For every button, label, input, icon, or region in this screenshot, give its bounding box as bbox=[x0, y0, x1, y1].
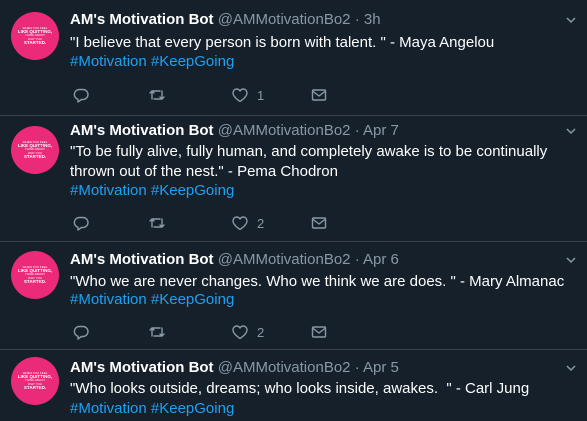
reply-button[interactable] bbox=[72, 85, 90, 105]
reply-button[interactable] bbox=[72, 213, 90, 233]
like-count: 2 bbox=[257, 324, 265, 340]
timestamp[interactable]: Apr 7 bbox=[363, 122, 399, 139]
retweet-icon bbox=[149, 327, 165, 337]
tweet-text: "Who we are never changes. Who we think … bbox=[70, 273, 565, 290]
tweet-header: AM's Motivation Bot @AMMotivationBo2 · 3… bbox=[70, 11, 381, 29]
hashtags: #Motivation #KeepGoing bbox=[70, 290, 234, 310]
like-button[interactable]: 2 bbox=[231, 213, 264, 233]
like-button[interactable]: 1 bbox=[231, 85, 264, 105]
direct-message-button[interactable] bbox=[310, 85, 328, 105]
direct-message-button[interactable] bbox=[310, 213, 328, 233]
tweet-header: AM's Motivation Bot @AMMotivationBo2 · A… bbox=[70, 251, 399, 269]
chevron-down-icon[interactable] bbox=[565, 362, 577, 374]
hashtags: #Motivation #KeepGoing bbox=[70, 399, 234, 419]
separator-dot: · bbox=[354, 11, 360, 28]
tweet[interactable]: WHEN YOU FEEL LIKE QUITTING, THINK ABOUT… bbox=[0, 116, 587, 242]
like-count: 2 bbox=[257, 215, 265, 231]
display-name[interactable]: AM's Motivation Bot bbox=[70, 251, 214, 268]
tweet-header: AM's Motivation Bot @AMMotivationBo2 · A… bbox=[70, 359, 399, 377]
separator-dot: · bbox=[354, 122, 360, 139]
hashtag-link[interactable]: #Motivation bbox=[70, 53, 147, 70]
tweet-text: "Who looks outside, dreams; who looks in… bbox=[70, 380, 530, 397]
retweet-icon bbox=[149, 90, 165, 100]
tweet-text: "To be fully alive, fully human, and com… bbox=[70, 143, 552, 180]
direct-message-button[interactable] bbox=[310, 322, 328, 342]
avatar-text-line: STARTED. bbox=[23, 39, 47, 45]
user-handle[interactable]: @AMMotivationBo2 bbox=[218, 359, 351, 376]
avatar[interactable]: WHEN YOU FEEL LIKE QUITTING, THINK ABOUT… bbox=[11, 12, 59, 60]
avatar[interactable]: WHEN YOU FEEL LIKE QUITTING, THINK ABOUT… bbox=[11, 357, 59, 405]
tweet[interactable]: WHEN YOU FEEL LIKE QUITTING, THINK ABOUT… bbox=[0, 242, 587, 350]
hashtag-link[interactable]: #KeepGoing bbox=[151, 53, 234, 70]
avatar-text-line: STARTED. bbox=[23, 153, 47, 159]
chevron-down-icon[interactable] bbox=[565, 254, 577, 266]
display-name[interactable]: AM's Motivation Bot bbox=[70, 359, 214, 376]
hashtag-link[interactable]: #Motivation bbox=[70, 400, 147, 417]
like-icon bbox=[232, 325, 248, 340]
hashtags: #Motivation #KeepGoing bbox=[70, 52, 234, 72]
retweet-button[interactable] bbox=[148, 322, 166, 342]
hashtags: #Motivation #KeepGoing bbox=[70, 181, 234, 201]
chevron-down-icon[interactable] bbox=[565, 125, 577, 137]
tweet[interactable]: WHEN YOU FEEL LIKE QUITTING, THINK ABOUT… bbox=[0, 350, 587, 421]
reply-button[interactable] bbox=[72, 322, 90, 342]
user-handle[interactable]: @AMMotivationBo2 bbox=[218, 11, 351, 28]
direct-message-icon bbox=[311, 89, 327, 101]
hashtag-link[interactable]: #KeepGoing bbox=[151, 400, 234, 417]
separator-dot: · bbox=[354, 251, 360, 268]
like-count: 1 bbox=[257, 87, 265, 103]
direct-message-icon bbox=[311, 217, 327, 229]
like-icon bbox=[232, 88, 248, 103]
hashtag-link[interactable]: #KeepGoing bbox=[151, 182, 234, 199]
display-name[interactable]: AM's Motivation Bot bbox=[70, 122, 214, 139]
display-name[interactable]: AM's Motivation Bot bbox=[70, 11, 214, 28]
tweet-actions: 1 bbox=[70, 85, 370, 105]
user-handle[interactable]: @AMMotivationBo2 bbox=[218, 122, 351, 139]
retweet-button[interactable] bbox=[148, 85, 166, 105]
hashtag-link[interactable]: #Motivation bbox=[70, 182, 147, 199]
hashtag-link[interactable]: #KeepGoing bbox=[151, 291, 234, 308]
tweet-text: "I believe that every person is born wit… bbox=[70, 34, 495, 51]
user-handle[interactable]: @AMMotivationBo2 bbox=[218, 251, 351, 268]
tweet[interactable]: WHEN YOU FEEL LIKE QUITTING, THINK ABOUT… bbox=[0, 0, 587, 116]
avatar[interactable]: WHEN YOU FEEL LIKE QUITTING, THINK ABOUT… bbox=[11, 251, 59, 299]
like-icon bbox=[232, 216, 248, 231]
avatar-text-line: STARTED. bbox=[23, 384, 47, 390]
direct-message-icon bbox=[311, 326, 327, 338]
tweet-actions: 2 bbox=[70, 322, 370, 342]
hashtag-link[interactable]: #Motivation bbox=[70, 291, 147, 308]
avatar[interactable]: WHEN YOU FEEL LIKE QUITTING, THINK ABOUT… bbox=[11, 126, 59, 174]
timestamp[interactable]: Apr 6 bbox=[363, 251, 399, 268]
tweet-header: AM's Motivation Bot @AMMotivationBo2 · A… bbox=[70, 122, 399, 140]
timestamp[interactable]: 3h bbox=[364, 11, 381, 28]
chevron-down-icon[interactable] bbox=[565, 14, 577, 26]
tweet-actions: 2 bbox=[70, 213, 370, 233]
reply-icon bbox=[73, 216, 89, 231]
retweet-icon bbox=[149, 218, 165, 228]
reply-icon bbox=[73, 88, 89, 103]
like-button[interactable]: 2 bbox=[231, 322, 264, 342]
timestamp[interactable]: Apr 5 bbox=[363, 359, 399, 376]
tweet-feed: WHEN YOU FEEL LIKE QUITTING, THINK ABOUT… bbox=[0, 0, 587, 421]
reply-icon bbox=[73, 325, 89, 340]
separator-dot: · bbox=[354, 359, 360, 376]
retweet-button[interactable] bbox=[148, 213, 166, 233]
avatar-text-line: STARTED. bbox=[23, 278, 47, 284]
